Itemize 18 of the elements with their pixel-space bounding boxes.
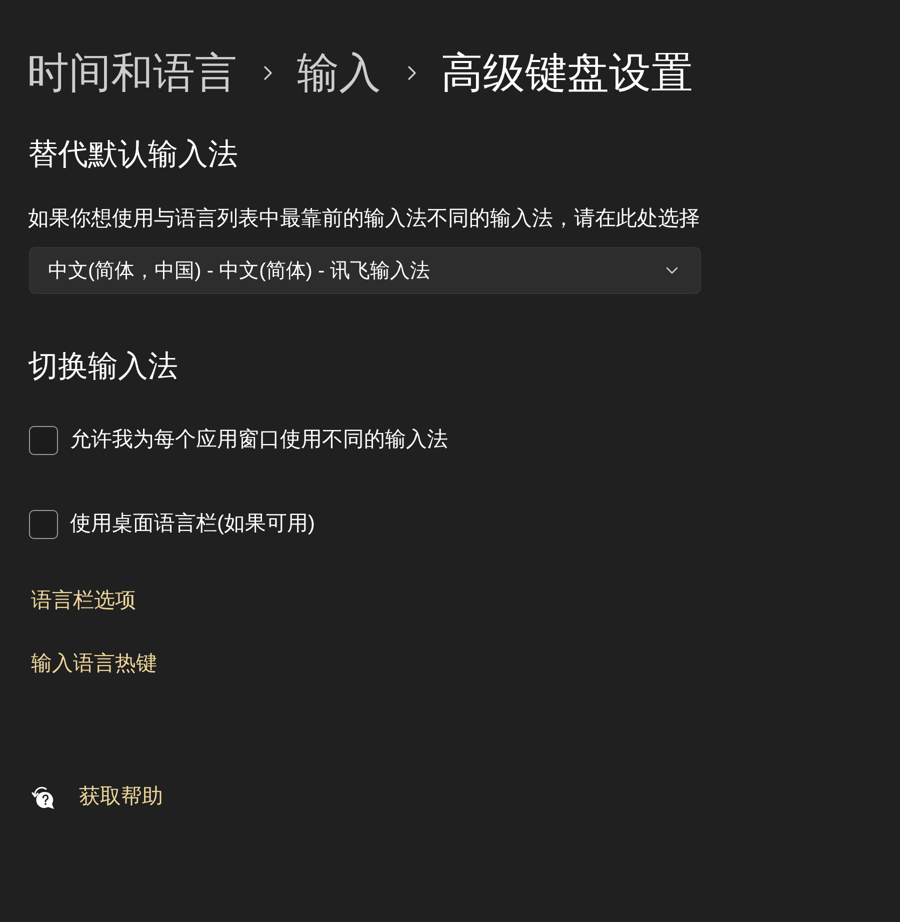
checkbox[interactable] bbox=[29, 426, 58, 454]
description: 如果你想使用与语言列表中最靠前的输入法不同的输入法，请在此处选择 bbox=[28, 206, 700, 232]
breadcrumb-link[interactable]: 输入 bbox=[297, 44, 381, 102]
breadcrumb-link[interactable]: 时间和语言 bbox=[27, 44, 237, 102]
checkbox-label[interactable]: 允许我为每个应用窗口使用不同的输入法 bbox=[70, 425, 448, 455]
checkbox-label[interactable]: 使用桌面语言栏(如果可用) bbox=[70, 509, 315, 539]
section-title: 切换输入法 bbox=[28, 349, 178, 385]
help-icon bbox=[29, 784, 55, 810]
link[interactable]: 输入语言热键 bbox=[31, 649, 157, 679]
page-title: 高级键盘设置 bbox=[441, 48, 693, 98]
chevron-right-icon bbox=[263, 65, 273, 81]
dropdown[interactable]: 中文(简体，中国) - 中文(简体) - 讯飞输入法 bbox=[29, 247, 701, 294]
section-title: 替代默认输入法 bbox=[28, 137, 238, 173]
chevron-down-icon bbox=[666, 267, 678, 274]
link[interactable]: 语言栏选项 bbox=[31, 586, 136, 616]
help-link[interactable]: 获取帮助 bbox=[79, 782, 163, 812]
chevron-right-icon bbox=[407, 65, 417, 81]
checkbox[interactable] bbox=[29, 510, 58, 538]
